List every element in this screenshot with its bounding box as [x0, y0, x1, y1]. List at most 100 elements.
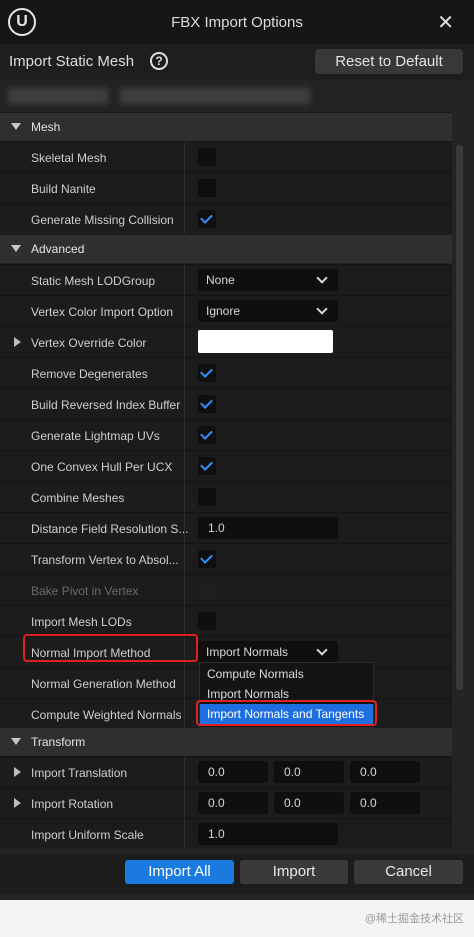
column-divider: [184, 173, 185, 203]
row-distance-field-scale: Distance Field Resolution S... 1.0: [0, 512, 452, 543]
rotation-x-input[interactable]: 0.0: [198, 792, 268, 814]
generate-missing-collision-checkbox[interactable]: [198, 210, 216, 228]
blurred-path: [120, 88, 310, 104]
build-reversed-index-checkbox[interactable]: [198, 395, 216, 413]
expand-arrow-icon[interactable]: [14, 798, 21, 808]
row-import-uniform-scale: Import Uniform Scale 1.0: [0, 818, 452, 849]
row-vertex-override-color: Vertex Override Color: [0, 326, 452, 357]
column-divider: [184, 482, 185, 512]
column-divider: [184, 265, 185, 295]
property-label: Skeletal Mesh: [31, 151, 107, 165]
property-label: One Convex Hull Per UCX: [31, 460, 173, 474]
section-label: Mesh: [31, 120, 61, 134]
property-label: Vertex Override Color: [31, 336, 147, 350]
rotation-z-input[interactable]: 0.0: [350, 792, 420, 814]
property-label: Normal Generation Method: [31, 677, 176, 691]
page-bottom-strip: @稀土掘金技术社区: [0, 900, 474, 937]
property-label: Build Nanite: [31, 182, 96, 196]
section-mesh[interactable]: Mesh: [0, 112, 452, 141]
input-value: 0.0: [208, 765, 225, 779]
one-convex-hull-checkbox[interactable]: [198, 457, 216, 475]
blurred-path: [8, 88, 108, 104]
property-label: Import Uniform Scale: [31, 828, 144, 842]
column-divider: [184, 819, 185, 849]
input-value: 0.0: [284, 765, 301, 779]
input-value: 0.0: [360, 765, 377, 779]
row-combine-meshes: Combine Meshes: [0, 481, 452, 512]
property-label: Generate Lightmap UVs: [31, 429, 160, 443]
import-mesh-lods-checkbox[interactable]: [198, 612, 216, 630]
input-value: 0.0: [208, 796, 225, 810]
section-label: Advanced: [31, 242, 85, 256]
skeletal-mesh-checkbox[interactable]: [198, 148, 216, 166]
column-divider: [184, 757, 185, 787]
chevron-down-icon: [316, 303, 328, 315]
import-type-title: Import Static Mesh: [9, 53, 135, 70]
uniform-scale-input[interactable]: 1.0: [198, 823, 338, 845]
column-divider: [184, 451, 185, 481]
column-divider: [184, 389, 185, 419]
section-transform[interactable]: Transform: [0, 727, 452, 756]
watermark: @稀土掘金技术社区: [364, 913, 464, 925]
combine-meshes-checkbox[interactable]: [198, 488, 216, 506]
dropdown-value: None: [206, 273, 235, 287]
cancel-button[interactable]: Cancel: [354, 860, 463, 884]
column-divider: [184, 358, 185, 388]
section-advanced[interactable]: Advanced: [0, 234, 452, 263]
property-label: Distance Field Resolution S...: [31, 522, 189, 536]
chevron-down-icon: [316, 272, 328, 284]
translation-x-input[interactable]: 0.0: [198, 761, 268, 783]
row-build-reversed-index: Build Reversed Index Buffer: [0, 388, 452, 419]
column-divider: [184, 204, 185, 234]
row-import-rotation: Import Rotation 0.0 0.0 0.0: [0, 787, 452, 818]
generate-lightmap-uvs-checkbox[interactable]: [198, 426, 216, 444]
property-label: Static Mesh LODGroup: [31, 274, 156, 288]
column-divider: [184, 575, 185, 605]
row-skeletal-mesh: Skeletal Mesh: [0, 141, 452, 172]
rotation-y-input[interactable]: 0.0: [274, 792, 344, 814]
distance-field-scale-input[interactable]: 1.0: [198, 517, 338, 539]
translation-z-input[interactable]: 0.0: [350, 761, 420, 783]
row-generate-missing-collision: Generate Missing Collision: [0, 203, 452, 234]
row-vertex-color-import: Vertex Color Import Option Ignore: [0, 295, 452, 326]
column-divider: [184, 420, 185, 450]
remove-degenerates-checkbox[interactable]: [198, 364, 216, 382]
vertex-override-color-swatch[interactable]: [198, 330, 333, 353]
property-label: Import Mesh LODs: [31, 615, 132, 629]
import-all-button[interactable]: Import All: [125, 860, 234, 884]
column-divider: [184, 668, 185, 698]
reset-to-default-button[interactable]: Reset to Default: [315, 49, 463, 74]
expand-arrow-icon[interactable]: [14, 337, 21, 347]
expand-arrow-icon[interactable]: [14, 767, 21, 777]
column-divider: [184, 513, 185, 543]
row-lod-group: Static Mesh LODGroup None: [0, 264, 452, 295]
input-value: 1.0: [208, 521, 225, 535]
build-nanite-checkbox[interactable]: [198, 179, 216, 197]
column-divider: [184, 296, 185, 326]
option-compute-normals[interactable]: Compute Normals: [200, 664, 373, 684]
chevron-down-icon: [316, 644, 328, 656]
help-icon[interactable]: ?: [150, 52, 168, 70]
import-button[interactable]: Import: [240, 860, 348, 884]
dropdown-value: Import Normals: [206, 645, 289, 659]
property-label: Remove Degenerates: [31, 367, 148, 381]
normal-import-method-dropdown[interactable]: Import Normals: [198, 641, 338, 663]
column-divider: [184, 327, 185, 357]
highlight-import-normals-and-tangents: [196, 700, 377, 726]
vertex-color-import-dropdown[interactable]: Ignore: [198, 300, 338, 322]
translation-y-input[interactable]: 0.0: [274, 761, 344, 783]
property-label: Generate Missing Collision: [31, 213, 174, 227]
vertical-scrollbar[interactable]: [456, 145, 463, 690]
bake-pivot-checkbox: [198, 581, 216, 599]
close-icon[interactable]: ✕: [437, 10, 454, 35]
column-divider: [184, 544, 185, 574]
dropdown-value: Ignore: [206, 304, 241, 318]
fbx-import-window: U FBX Import Options ✕ Import Static Mes…: [0, 0, 474, 937]
details-panel: Mesh Skeletal Mesh Build Nanite Generate…: [0, 112, 474, 854]
transform-vertex-checkbox[interactable]: [198, 550, 216, 568]
property-label: Import Translation: [31, 766, 128, 780]
lod-group-dropdown[interactable]: None: [198, 269, 338, 291]
property-label: Transform Vertex to Absol...: [31, 553, 179, 567]
row-transform-vertex: Transform Vertex to Absol...: [0, 543, 452, 574]
input-value: 0.0: [284, 796, 301, 810]
